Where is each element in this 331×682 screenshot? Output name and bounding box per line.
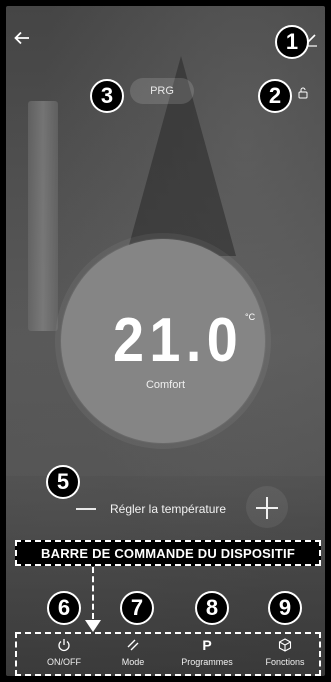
mode-label: Comfort <box>145 379 186 391</box>
callout-7: 7 <box>120 591 154 625</box>
callout-5: 5 <box>46 465 80 499</box>
functions-cube-icon <box>250 636 320 654</box>
adjust-temperature-label: Régler la température <box>110 502 227 516</box>
programs-p-icon: P <box>202 637 212 653</box>
mode-slashes-icon <box>98 636 168 654</box>
cmd-programs-label: Programmes <box>181 657 233 667</box>
callout-8: 8 <box>195 591 229 625</box>
power-icon <box>29 636 99 654</box>
minus-icon[interactable] <box>76 508 96 510</box>
callout-6: 6 <box>47 591 81 625</box>
command-bar-annotation: BARRE DE COMMANDE DU DISPOSITIF <box>15 540 321 566</box>
program-badge[interactable]: PRG <box>130 78 194 104</box>
callout-1: 1 <box>275 25 309 59</box>
background-post <box>28 101 58 331</box>
temperature-value: 21.0 <box>113 306 244 375</box>
cmd-onoff[interactable]: ON/OFF <box>29 636 99 667</box>
cmd-functions-label: Fonctions <box>265 657 305 667</box>
callout-2: 2 <box>258 79 292 113</box>
plus-icon-vertical <box>266 497 268 519</box>
callout-9: 9 <box>268 591 302 625</box>
annotation-arrow-head <box>85 620 101 632</box>
annotation-arrow-line <box>92 567 94 619</box>
cmd-mode[interactable]: Mode <box>98 636 168 667</box>
cmd-mode-label: Mode <box>121 657 145 667</box>
cmd-onoff-label: ON/OFF <box>47 657 81 667</box>
unlock-icon[interactable] <box>296 86 310 100</box>
cmd-programs[interactable]: P Programmes <box>172 636 242 667</box>
cmd-functions[interactable]: Fonctions <box>250 636 320 667</box>
temperature-unit: °C <box>245 312 256 322</box>
callout-3: 3 <box>90 79 124 113</box>
back-arrow-icon[interactable] <box>10 26 34 50</box>
